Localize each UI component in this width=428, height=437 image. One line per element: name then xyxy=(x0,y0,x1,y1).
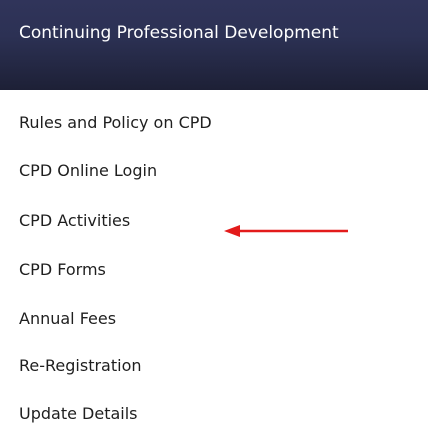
side-menu: Rules and Policy on CPD CPD Online Login… xyxy=(0,90,428,437)
menu-item-cpd-online-login[interactable]: CPD Online Login xyxy=(19,157,157,185)
menu-item-cpd-activities[interactable]: CPD Activities xyxy=(19,207,130,235)
section-title: Continuing Professional Development xyxy=(19,23,339,43)
section-header: Continuing Professional Development xyxy=(0,0,428,90)
menu-item-re-registration[interactable]: Re-Registration xyxy=(19,352,142,380)
menu-item-cpd-forms[interactable]: CPD Forms xyxy=(19,256,106,284)
left-arrow-icon xyxy=(224,225,348,237)
menu-item-annual-fees[interactable]: Annual Fees xyxy=(19,305,116,333)
menu-item-rules-and-policy[interactable]: Rules and Policy on CPD xyxy=(19,109,212,137)
menu-item-update-details[interactable]: Update Details xyxy=(19,400,138,428)
